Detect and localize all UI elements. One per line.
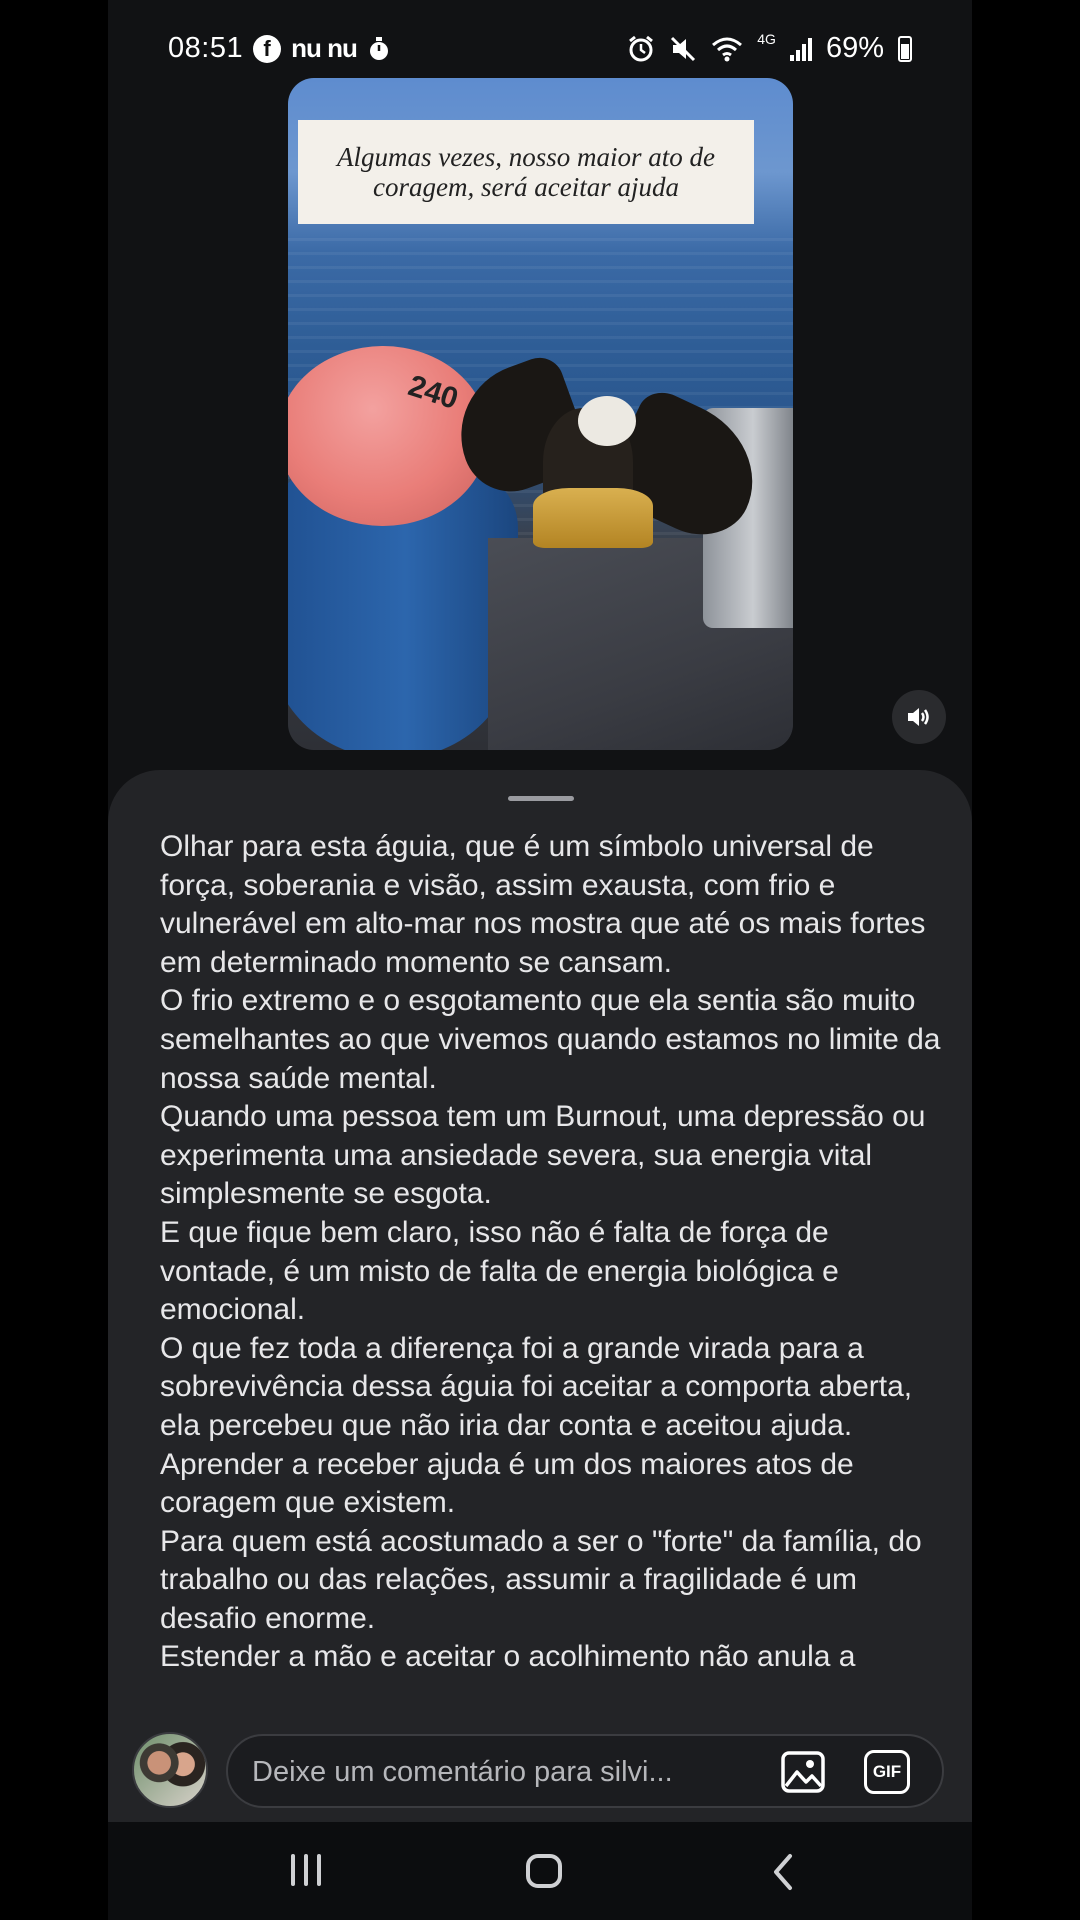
system-nav-bar	[108, 1822, 972, 1920]
back-icon[interactable]	[768, 1852, 798, 1892]
sheet-drag-handle[interactable]	[508, 796, 574, 801]
stopwatch-icon	[369, 36, 388, 60]
video-caption: Algumas vezes, nosso maior ato de corage…	[298, 120, 754, 224]
post-paragraph: Quando uma pessoa tem um Burnout, uma de…	[160, 1100, 926, 1211]
mute-icon	[671, 36, 696, 61]
comment-placeholder: Deixe um comentário para silvi...	[252, 1756, 673, 1788]
alarm-icon	[629, 35, 654, 61]
avatar[interactable]	[132, 1732, 208, 1808]
phone-screen: 08:51 f nu nu 4G 69% Algumas vezes, noss…	[108, 0, 972, 1920]
post-text-sheet[interactable]: Olhar para esta águia, que é um símbolo …	[108, 770, 972, 1810]
status-left: 08:51 f nu nu	[168, 32, 391, 65]
comment-bar: Deixe um comentário para silvi... GIF	[108, 1726, 972, 1822]
recent-apps-icon	[291, 1854, 295, 1886]
video-player[interactable]: Algumas vezes, nosso maior ato de corage…	[288, 78, 793, 750]
post-paragraph: E que fique bem claro, isso não é falta …	[160, 1215, 839, 1327]
home-button[interactable]	[526, 1854, 562, 1888]
post-paragraph: Para quem está acostumado a ser o "forte…	[160, 1524, 922, 1635]
post-paragraph: Aprender a receber ajuda é um dos maiore…	[160, 1447, 854, 1520]
comment-input[interactable]: Deixe um comentário para silvi... GIF	[226, 1734, 944, 1808]
post-paragraph: O que fez toda a diferença foi a grande …	[160, 1331, 913, 1442]
recent-apps-icon-bar	[304, 1854, 308, 1886]
eagle-head	[578, 396, 636, 446]
network-type: 4G	[757, 30, 776, 47]
gif-label: GIF	[872, 1762, 902, 1781]
recent-apps-icon-bar	[317, 1854, 321, 1886]
volume-button[interactable]	[892, 690, 946, 744]
eagle-feet	[533, 488, 653, 548]
video-caption-text: Algumas vezes, nosso maior ato de corage…	[337, 142, 715, 202]
status-app-label: nu nu	[291, 33, 358, 63]
signal-icon	[789, 37, 812, 61]
post-paragraph: Olhar para esta águia, que é um símbolo …	[160, 830, 926, 979]
recent-apps-button[interactable]	[286, 1854, 326, 1888]
facebook-icon: f	[253, 34, 282, 63]
volume-icon	[908, 708, 929, 726]
battery-percent: 69%	[825, 32, 884, 64]
battery-icon	[898, 35, 912, 62]
post-body: Olhar para esta águia, que é um símbolo …	[160, 828, 950, 1768]
image-icon[interactable]	[780, 1750, 826, 1794]
status-right: 4G 69%	[627, 30, 912, 65]
gif-button[interactable]: GIF	[864, 1750, 910, 1794]
post-paragraph: O frio extremo e o esgotamento que ela s…	[160, 984, 941, 1095]
post-paragraph: Estender a mão e aceitar o acolhimento n…	[160, 1640, 856, 1674]
wifi-icon	[712, 37, 743, 61]
status-time: 08:51	[168, 32, 244, 64]
